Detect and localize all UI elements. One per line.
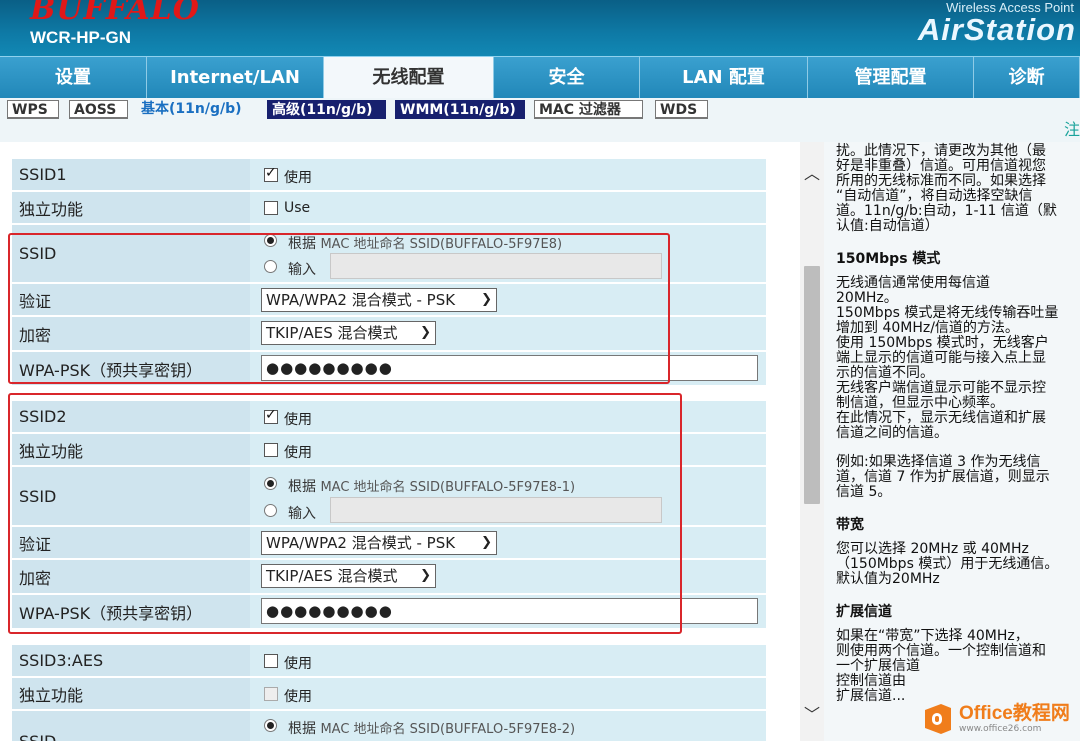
help-line: 控制信道由 <box>836 673 906 689</box>
ssid3-enable-checkbox[interactable] <box>264 654 278 668</box>
help-line: 信道 5。 <box>836 484 892 500</box>
help-line: 您可以选择 20MHz 或 40MHz <box>836 541 1029 557</box>
help-line: 默认值为20MHz <box>836 571 940 587</box>
main-tabs: 设置 Internet/LAN 无线配置 安全 LAN 配置 管理配置 诊断 <box>0 56 1080 99</box>
help-heading-150mbps: 150Mbps 模式 <box>836 251 941 267</box>
ssid3-label: SSID3:AES <box>12 645 250 676</box>
sub-tabs: WPS AOSS 基本(11n/g/b) 高级(11n/g/b) WMM(11n… <box>0 98 1080 142</box>
help-150mbps-text: 无线通信通常使用每信道 20MHz。 150Mbps 模式是将无线传输吞吐量 增加到 … <box>836 276 1080 441</box>
help-line: 好是非重叠）信道。可用信道视您 <box>836 158 1046 174</box>
ssid3-enable-text: 使用 <box>284 656 312 672</box>
highlight-box-ssid2 <box>8 393 682 634</box>
help-line: 认值:自动信道） <box>836 218 939 234</box>
watermark: Office教程网 www.office26.com <box>921 699 1076 739</box>
ssid3-standalone-label: 独立功能 <box>12 678 250 709</box>
model-name: WCR-HP-GN <box>30 28 132 47</box>
ssid1-enable-row: SSID1 使用 <box>12 159 766 190</box>
help-line: 一个扩展信道 <box>836 658 920 674</box>
airstation-logo: AirStation <box>917 12 1076 47</box>
help-line: 在此情况下，显示无线信道和扩展 <box>836 410 1046 426</box>
help-line: 使用 150Mbps 模式时，无线客户 <box>836 335 1049 351</box>
help-heading-bandwidth: 带宽 <box>836 517 864 533</box>
ssid1-standalone-text: Use <box>284 200 311 216</box>
tab-diagnostics[interactable]: 诊断 <box>974 57 1080 99</box>
help-line: 20MHz。 <box>836 290 898 306</box>
tab-internet-lan[interactable]: Internet/LAN <box>147 57 324 99</box>
ssid3-enable-row: SSID3:AES 使用 <box>12 645 766 676</box>
help-line: 示的信道不同。 <box>836 365 934 381</box>
help-line: 150Mbps 模式是将无线传输吞吐量 <box>836 305 1059 321</box>
office-logo-icon <box>921 702 955 736</box>
help-line: 则使用两个信道。一个控制信道和 <box>836 643 1046 659</box>
ssid1-standalone-row: 独立功能 Use <box>12 192 766 223</box>
scroll-thumb[interactable] <box>804 266 820 504</box>
app-header: BUFFALO WCR-HP-GN Wireless Access Point … <box>0 0 1080 56</box>
help-line: 所用的无线标准而不同。如果选择 <box>836 173 1046 189</box>
ssid1-label: SSID1 <box>12 159 250 190</box>
help-panel: 扰。此情况下，请更改为其他（最 好是非重叠）信道。可用信道视您 所用的无线标准而不同… <box>824 142 1080 741</box>
help-line: 制信道，但显示中心频率。 <box>836 395 1004 411</box>
help-ext-channel-text: 如果在“带宽”下选择 40MHz， 则使用两个信道。一个控制信道和 一个扩展信道 控制… <box>836 629 1080 704</box>
subtab-basic[interactable]: 基本(11n/g/b) <box>137 100 260 119</box>
help-scrollbar[interactable]: ︿ ﹀ <box>800 142 824 741</box>
help-line: 如果在“带宽”下选择 40MHz， <box>836 628 1029 644</box>
help-line: “自动信道”，将自动选择空缺信 <box>836 188 1033 204</box>
help-intro: 扰。此情况下，请更改为其他（最 好是非重叠）信道。可用信道视您 所用的无线标准而不同… <box>836 144 1080 234</box>
ssid1-standalone-label: 独立功能 <box>12 192 250 223</box>
ssid3-radio-mac[interactable] <box>264 719 277 732</box>
tab-lan-config[interactable]: LAN 配置 <box>640 57 808 99</box>
ssid3-ssid-row: SSID 根据 MAC 地址命名 SSID(BUFFALO-5F97E8-2) <box>12 711 766 741</box>
ssid3-radio-mac-text: MAC 地址命名 SSID(BUFFALO-5F97E8-2) <box>320 722 576 737</box>
watermark-url: www.office26.com <box>959 724 1042 734</box>
subtab-advanced[interactable]: 高级(11n/g/b) <box>267 100 386 119</box>
ssid3-standalone-checkbox[interactable] <box>264 687 278 701</box>
buffalo-logo: BUFFALO <box>30 0 200 27</box>
help-line: 道。11n/g/b:自动，1-11 信道（默 <box>836 203 1057 219</box>
help-line: 无线通信通常使用每信道 <box>836 275 990 291</box>
note-label: 注 <box>1063 120 1080 139</box>
subtab-aoss[interactable]: AOSS <box>69 100 128 119</box>
subtab-wmm[interactable]: WMM(11n/g/b) <box>395 100 525 119</box>
help-line: 无线客户端信道显示可能不显示控 <box>836 380 1046 396</box>
tab-setup[interactable]: 设置 <box>0 57 147 99</box>
ssid1-standalone-checkbox[interactable] <box>264 201 278 215</box>
help-example-text: 例如:如果选择信道 3 作为无线信 道，信道 7 作为扩展信道，则显示 信道 5。 <box>836 455 1080 500</box>
help-line: 信道之间的信道。 <box>836 425 948 441</box>
ssid1-enable-checkbox[interactable] <box>264 165 278 182</box>
ssid1-enable-text: 使用 <box>284 170 312 186</box>
help-line: 扰。此情况下，请更改为其他（最 <box>836 143 1046 159</box>
settings-form: SSID1 使用 独立功能 Use SSID 根据 MAC 地址命名 SSID(… <box>0 142 795 741</box>
scroll-down-icon[interactable]: ﹀ <box>804 701 820 725</box>
subtab-wps[interactable]: WPS <box>7 100 59 119</box>
subtab-wds[interactable]: WDS <box>655 100 708 119</box>
tab-admin-config[interactable]: 管理配置 <box>808 57 974 99</box>
ssid3-radio-mac-label: 根据 <box>288 721 316 737</box>
ssid3-standalone-row: 独立功能 使用 <box>12 678 766 709</box>
help-line: 例如:如果选择信道 3 作为无线信 <box>836 454 1041 470</box>
watermark-title: Office教程网 <box>959 703 1070 724</box>
ssid3-ssid-label: SSID <box>12 711 250 741</box>
help-line: 增加到 40MHz/信道的方法。 <box>836 320 1019 336</box>
help-line: 道，信道 7 作为扩展信道，则显示 <box>836 469 1050 485</box>
help-line: 端上显示的信道可能与接入点上显 <box>836 350 1046 366</box>
ssid3-standalone-text: 使用 <box>284 689 312 705</box>
highlight-box-ssid1 <box>8 233 670 384</box>
scroll-up-icon[interactable]: ︿ <box>804 160 820 184</box>
subtab-mac-filter[interactable]: MAC 过滤器 <box>534 100 643 119</box>
help-line: （150Mbps 模式）用于无线通信。 <box>836 556 1059 572</box>
help-heading-ext-channel: 扩展信道 <box>836 604 892 620</box>
tab-wireless-config[interactable]: 无线配置 <box>324 57 494 99</box>
help-bandwidth-text: 您可以选择 20MHz 或 40MHz （150Mbps 模式）用于无线通信。 默认… <box>836 542 1080 587</box>
tab-security[interactable]: 安全 <box>494 57 640 99</box>
